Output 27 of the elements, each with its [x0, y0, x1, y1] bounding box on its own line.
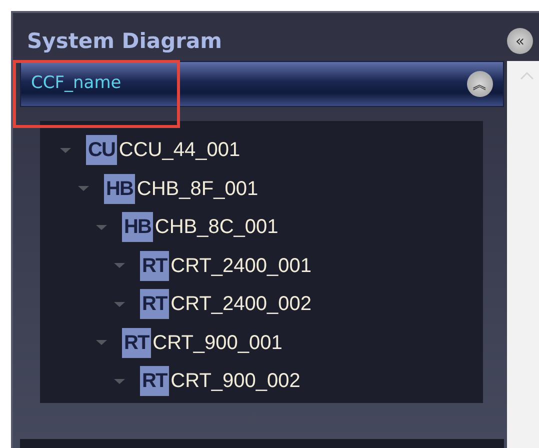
- expanded-caret-icon[interactable]: [60, 146, 71, 154]
- tree-node-label[interactable]: CCU_44_001: [118, 135, 240, 166]
- section-title: CCF_name: [31, 72, 122, 96]
- node-type-badge: HB: [122, 212, 153, 242]
- tree-node-label[interactable]: CRT_2400_001: [170, 250, 312, 281]
- expanded-caret-icon[interactable]: [114, 300, 125, 308]
- panel-title: System Diagram: [27, 28, 222, 55]
- section-header[interactable]: CCF_name ︽: [20, 61, 504, 107]
- expanded-caret-icon[interactable]: [96, 224, 107, 231]
- expanded-caret-icon[interactable]: [114, 378, 125, 385]
- tree-node-label[interactable]: CRT_900_001: [152, 328, 282, 358]
- node-type-badge: HB: [104, 174, 135, 204]
- tree-node-label[interactable]: CRT_2400_002: [170, 289, 312, 320]
- expanded-caret-icon[interactable]: [78, 185, 89, 192]
- node-type-badge: RT: [140, 366, 169, 396]
- node-type-badge: RT: [122, 328, 151, 358]
- tree-node-label[interactable]: CRT_900_002: [170, 366, 300, 396]
- tree-node-label[interactable]: CHB_8F_001: [136, 174, 258, 204]
- expanded-caret-icon[interactable]: [114, 262, 125, 270]
- expanded-caret-icon[interactable]: [96, 339, 107, 346]
- scrollbar[interactable]: [507, 61, 539, 448]
- node-type-badge: RT: [140, 289, 169, 320]
- node-type-badge: RT: [140, 250, 169, 281]
- tree-node-label[interactable]: CHB_8C_001: [154, 212, 278, 242]
- collapse-section-button[interactable]: ︽: [467, 71, 493, 97]
- node-type-badge: CU: [86, 135, 117, 166]
- collapse-panel-button[interactable]: «: [507, 28, 533, 54]
